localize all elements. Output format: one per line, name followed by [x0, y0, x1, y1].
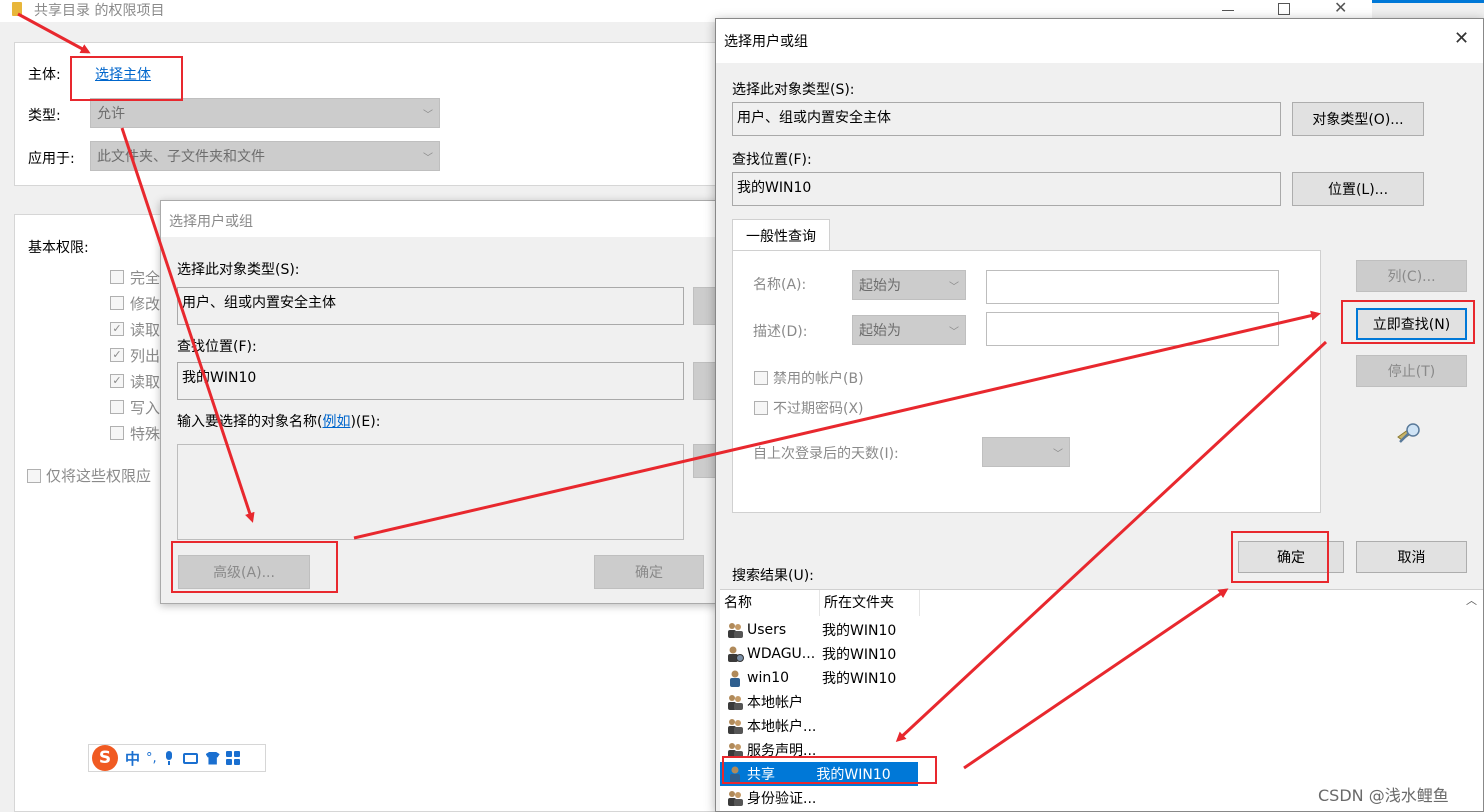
arrow-to-ok	[963, 588, 1229, 770]
annotation-arrows	[17, 12, 1328, 770]
arrow-to-result-row	[895, 340, 1328, 743]
arrow-to-find-now	[353, 310, 1321, 540]
csdn-watermark: CSDN @浅水鲤鱼	[1318, 786, 1449, 805]
arrow-to-select-principal	[17, 12, 91, 54]
arrow-to-advanced	[120, 127, 255, 523]
